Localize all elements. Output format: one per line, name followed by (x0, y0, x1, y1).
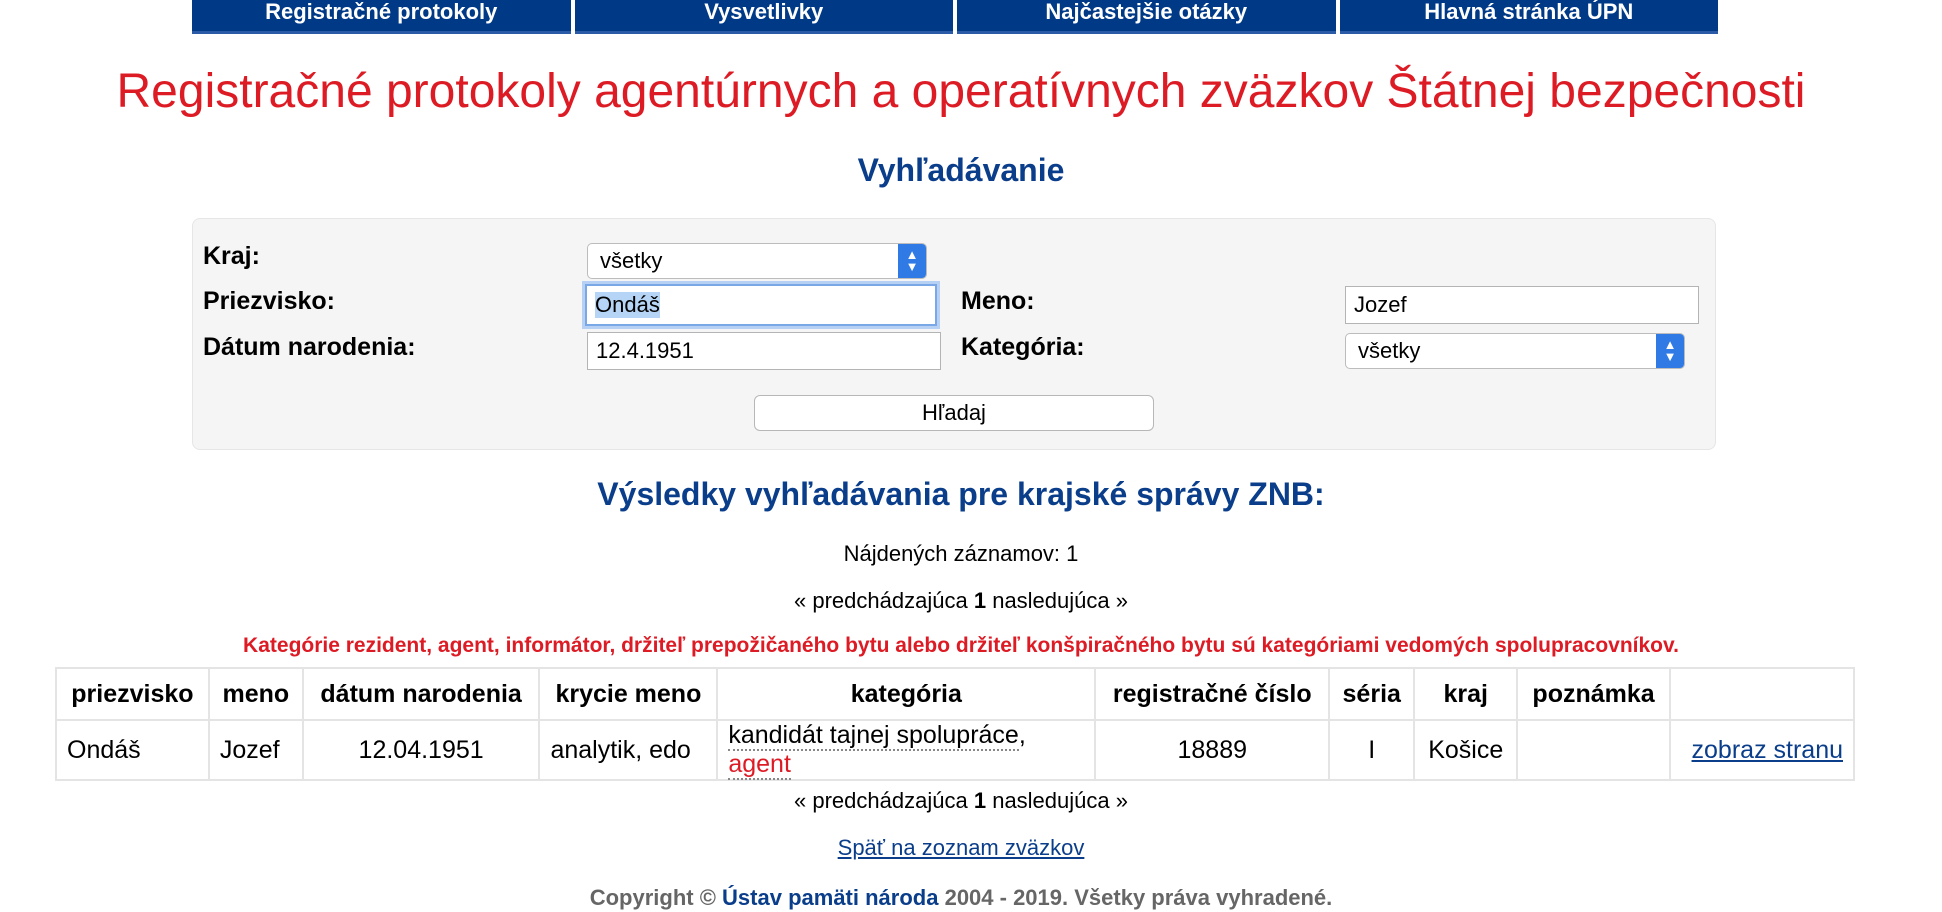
pager-prev[interactable]: « predchádzajúca (794, 788, 968, 813)
nav-najcastejsie-otazky[interactable]: Najčastejšie otázky (957, 0, 1336, 34)
kategoria-label: Kategória: (961, 333, 1085, 361)
kategoria-select[interactable]: všetky ▲ ▼ (1345, 333, 1685, 369)
nav-hlavna-stranka[interactable]: Hlavná stránka ÚPN (1339, 0, 1718, 34)
pager-next[interactable]: nasledujúca » (992, 788, 1128, 813)
col-datum-narodenia: dátum narodenia (301, 667, 541, 721)
col-registracne-cislo: registračné číslo (1094, 667, 1331, 721)
pager-current: 1 (973, 788, 987, 813)
pager-next[interactable]: nasledujúca » (992, 588, 1128, 613)
datum-narodenia-label: Dátum narodenia: (203, 333, 416, 361)
datum-narodenia-input[interactable]: 12.4.1951 (587, 332, 941, 370)
col-seria: séria (1328, 667, 1416, 721)
pager-current: 1 (973, 588, 987, 613)
table-header-row: priezvisko meno dátum narodenia krycie m… (55, 667, 1855, 721)
table-row: Ondáš Jozef 12.04.1951 analytik, edo kan… (55, 719, 1855, 781)
datum-narodenia-input-value: 12.4.1951 (596, 338, 694, 363)
kategoria-kandidat[interactable]: kandidát tajnej spolupráce (728, 721, 1019, 751)
cell-seria: I (1328, 719, 1416, 781)
cell-kategoria: kandidát tajnej spolupráce, agent (716, 719, 1097, 781)
footer-org-link[interactable]: Ústav pamäti národa (722, 885, 938, 910)
zobraz-stranu-link[interactable]: zobraz stranu (1692, 736, 1843, 764)
back-to-list-link[interactable]: Späť na zoznam zväzkov (838, 835, 1085, 860)
select-arrows-icon: ▲ ▼ (1656, 334, 1684, 368)
footer-prefix: Copyright © (589, 885, 716, 910)
footer-suffix: 2004 - 2019. Všetky práva vyhradené. (944, 885, 1333, 910)
col-kraj: kraj (1413, 667, 1519, 721)
pager-prev[interactable]: « predchádzajúca (794, 588, 968, 613)
cell-kraj: Košice (1413, 719, 1519, 781)
page-title: Registračné protokoly agentúrnych a oper… (116, 65, 1806, 118)
search-button[interactable]: Hľadaj (754, 395, 1154, 431)
priezvisko-input-value: Ondáš (595, 292, 660, 318)
cell-krycie-meno: analytik, edo (538, 719, 719, 781)
priezvisko-input[interactable]: Ondáš (585, 284, 937, 326)
cell-poznamka (1516, 719, 1671, 781)
category-warning: Kategórie rezident, agent, informátor, d… (243, 634, 1679, 657)
pager-bottom: « predchádzajúca 1 nasledujúca » (0, 787, 1922, 815)
select-arrows-icon: ▲ ▼ (898, 244, 926, 278)
kraj-select[interactable]: všetky ▲ ▼ (587, 243, 927, 279)
meno-label: Meno: (961, 287, 1035, 315)
meno-input[interactable]: Jozef (1345, 286, 1699, 324)
col-kategoria: kategória (716, 667, 1097, 721)
kategoria-select-value: všetky (1358, 338, 1421, 363)
search-heading: Vyhľadávanie (857, 152, 1065, 188)
kategoria-agent[interactable]: agent (728, 750, 791, 780)
col-priezvisko: priezvisko (55, 667, 210, 721)
col-poznamka: poznámka (1516, 667, 1671, 721)
results-count: Nájdených záznamov: 1 (843, 541, 1079, 566)
col-krycie-meno: krycie meno (538, 667, 719, 721)
cell-datum-narodenia: 12.04.1951 (301, 719, 541, 781)
cell-registracne-cislo: 18889 (1094, 719, 1331, 781)
kategoria-separator: , (1018, 721, 1026, 749)
footer-copyright: Copyright © Ústav pamäti národa 2004 - 2… (0, 884, 1922, 912)
results-heading: Výsledky vyhľadávania pre krajské správy… (597, 476, 1325, 512)
nav-registracne-protokoly[interactable]: Registračné protokoly (192, 0, 571, 34)
meno-input-value: Jozef (1354, 292, 1407, 317)
col-meno: meno (207, 667, 304, 721)
back-line: Späť na zoznam zväzkov (0, 834, 1922, 862)
cell-actions: zobraz stranu (1669, 719, 1855, 781)
priezvisko-label: Priezvisko: (203, 287, 336, 315)
results-table: priezvisko meno dátum narodenia krycie m… (55, 667, 1855, 781)
cell-meno: Jozef (207, 719, 304, 781)
top-navigation: Registračné protokoly Vysvetlivky Najčas… (192, 0, 1718, 34)
nav-vysvetlivky[interactable]: Vysvetlivky (574, 0, 953, 34)
kraj-label: Kraj: (203, 242, 260, 270)
pager-top: « predchádzajúca 1 nasledujúca » (0, 587, 1922, 615)
cell-priezvisko: Ondáš (55, 719, 210, 781)
kraj-select-value: všetky (600, 248, 663, 273)
col-actions (1669, 667, 1855, 721)
